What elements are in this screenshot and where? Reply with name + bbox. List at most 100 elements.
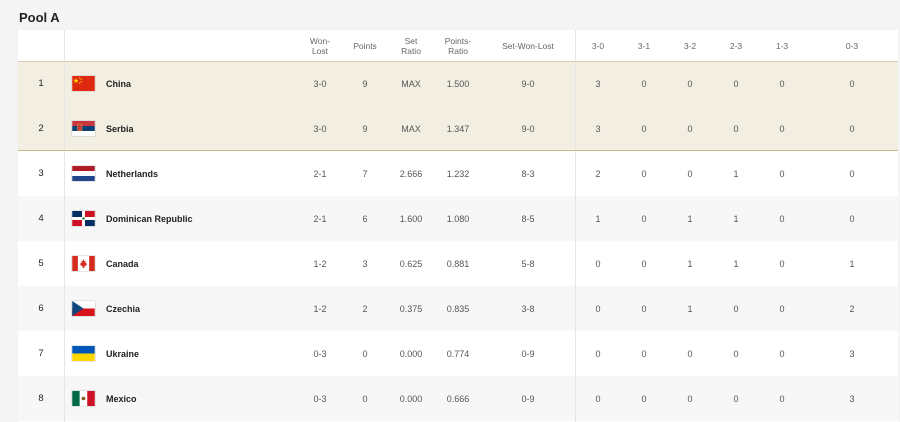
won-lost-cell: 3-0 bbox=[313, 123, 327, 134]
result-3-1-cell: 0 bbox=[641, 78, 647, 89]
points-ratio-cell: 1.232 bbox=[446, 168, 470, 179]
result-3-2-cell: 0 bbox=[687, 393, 693, 404]
result-2-3-cell: 1 bbox=[733, 258, 739, 269]
set-won-lost-cell: 9-0 bbox=[521, 78, 535, 89]
result-0-3-cell: 3 bbox=[849, 348, 855, 359]
result-3-2-cell: 1 bbox=[687, 258, 693, 269]
result-3-0-cell: 1 bbox=[595, 213, 601, 224]
table-row[interactable]: 1 China 3-0 9 MAX 1.500 9-0 3 0 0 0 0 0 bbox=[18, 61, 898, 106]
result-3-1-cell: 0 bbox=[641, 213, 647, 224]
netherlands-flag-icon bbox=[72, 166, 95, 181]
team-name[interactable]: Canada bbox=[106, 241, 286, 286]
result-1-3-cell: 0 bbox=[779, 303, 785, 314]
header-points-ratio[interactable]: Points- Ratio bbox=[436, 30, 480, 61]
result-3-1-cell: 0 bbox=[641, 303, 647, 314]
mexico-flag-icon bbox=[72, 391, 95, 406]
table-row[interactable]: 8 Mexico 0-3 0 0.000 0.666 0-9 0 0 0 0 0… bbox=[18, 376, 898, 421]
header-0-3[interactable]: 0-3 bbox=[832, 30, 872, 61]
set-ratio-cell: MAX bbox=[401, 123, 421, 134]
result-0-3-cell: 0 bbox=[849, 78, 855, 89]
points-ratio-cell: 0.881 bbox=[446, 258, 470, 269]
set-won-lost-cell: 0-9 bbox=[521, 348, 535, 359]
points-cell: 7 bbox=[362, 168, 368, 179]
points-ratio-cell: 0.774 bbox=[446, 348, 470, 359]
header-3-1[interactable]: 3-1 bbox=[624, 30, 664, 61]
header-set-won-lost[interactable]: Set-Won-Lost bbox=[488, 30, 568, 61]
set-ratio-cell: 0.000 bbox=[399, 348, 423, 359]
points-cell: 0 bbox=[362, 348, 368, 359]
result-3-2-cell: 1 bbox=[687, 303, 693, 314]
points-ratio-cell: 1.080 bbox=[446, 213, 470, 224]
result-2-3-cell: 0 bbox=[733, 78, 739, 89]
header-3-0[interactable]: 3-0 bbox=[578, 30, 618, 61]
team-name[interactable]: Netherlands bbox=[106, 151, 286, 196]
won-lost-cell: 0-3 bbox=[313, 348, 327, 359]
result-2-3-cell: 1 bbox=[733, 168, 739, 179]
result-3-1-cell: 0 bbox=[641, 123, 647, 134]
points-ratio-cell: 1.347 bbox=[446, 123, 470, 134]
team-name[interactable]: Czechia bbox=[106, 286, 286, 331]
rank-cell: 7 bbox=[38, 348, 44, 359]
header-points[interactable]: Points bbox=[346, 30, 384, 61]
result-0-3-cell: 2 bbox=[849, 303, 855, 314]
points-cell: 3 bbox=[362, 258, 368, 269]
points-ratio-cell: 0.835 bbox=[446, 303, 470, 314]
result-0-3-cell: 3 bbox=[849, 393, 855, 404]
set-won-lost-cell: 5-8 bbox=[521, 258, 535, 269]
header-set-ratio[interactable]: Set Ratio bbox=[393, 30, 429, 61]
set-ratio-cell: MAX bbox=[401, 78, 421, 89]
won-lost-cell: 3-0 bbox=[313, 78, 327, 89]
points-cell: 0 bbox=[362, 393, 368, 404]
table-row[interactable]: 4 Dominican Republic 2-1 6 1.600 1.080 8… bbox=[18, 196, 898, 241]
result-2-3-cell: 0 bbox=[733, 393, 739, 404]
rank-cell: 4 bbox=[38, 213, 44, 224]
result-3-1-cell: 0 bbox=[641, 168, 647, 179]
table-row[interactable]: 5 Canada 1-2 3 0.625 0.881 5-8 0 0 1 1 0… bbox=[18, 241, 898, 286]
result-3-2-cell: 0 bbox=[687, 78, 693, 89]
team-name[interactable]: Ukraine bbox=[106, 331, 286, 376]
header-3-2[interactable]: 3-2 bbox=[670, 30, 710, 61]
china-flag-icon bbox=[72, 76, 95, 91]
team-name[interactable]: China bbox=[106, 61, 286, 106]
qualification-line bbox=[18, 150, 898, 151]
result-3-0-cell: 0 bbox=[595, 393, 601, 404]
result-1-3-cell: 0 bbox=[779, 348, 785, 359]
table-row[interactable]: 3 Netherlands 2-1 7 2.666 1.232 8-3 2 0 … bbox=[18, 151, 898, 196]
result-3-0-cell: 0 bbox=[595, 348, 601, 359]
set-ratio-cell: 0.375 bbox=[399, 303, 423, 314]
pool-title: Pool A bbox=[19, 10, 60, 25]
team-name[interactable]: Serbia bbox=[106, 106, 286, 151]
header-won-lost[interactable]: Won- Lost bbox=[302, 30, 338, 61]
header-1-3[interactable]: 1-3 bbox=[762, 30, 802, 61]
set-ratio-cell: 2.666 bbox=[399, 168, 423, 179]
rank-cell: 5 bbox=[38, 258, 44, 269]
dominican-republic-flag-icon bbox=[72, 211, 95, 226]
result-3-1-cell: 0 bbox=[641, 348, 647, 359]
team-name[interactable]: Mexico bbox=[106, 376, 286, 421]
result-3-0-cell: 2 bbox=[595, 168, 601, 179]
serbia-flag-icon bbox=[72, 121, 95, 136]
table-row[interactable]: 7 Ukraine 0-3 0 0.000 0.774 0-9 0 0 0 0 … bbox=[18, 331, 898, 376]
set-won-lost-cell: 8-5 bbox=[521, 213, 535, 224]
table-row[interactable]: 2 Serbia 3-0 9 MAX 1.347 9-0 3 0 0 0 0 0 bbox=[18, 106, 898, 151]
header-2-3[interactable]: 2-3 bbox=[716, 30, 756, 61]
table-row[interactable]: 6 Czechia 1-2 2 0.375 0.835 3-8 0 0 1 0 … bbox=[18, 286, 898, 331]
result-1-3-cell: 0 bbox=[779, 123, 785, 134]
result-3-2-cell: 0 bbox=[687, 168, 693, 179]
canada-flag-icon bbox=[72, 256, 95, 271]
result-0-3-cell: 0 bbox=[849, 213, 855, 224]
result-0-3-cell: 0 bbox=[849, 168, 855, 179]
won-lost-cell: 1-2 bbox=[313, 303, 327, 314]
result-2-3-cell: 0 bbox=[733, 348, 739, 359]
points-cell: 9 bbox=[362, 123, 368, 134]
set-won-lost-cell: 9-0 bbox=[521, 123, 535, 134]
points-cell: 6 bbox=[362, 213, 368, 224]
column-divider bbox=[64, 30, 65, 422]
czechia-flag-icon bbox=[72, 301, 95, 316]
set-won-lost-cell: 0-9 bbox=[521, 393, 535, 404]
points-ratio-cell: 0.666 bbox=[446, 393, 470, 404]
team-name[interactable]: Dominican Republic bbox=[106, 196, 286, 241]
points-cell: 2 bbox=[362, 303, 368, 314]
result-0-3-cell: 0 bbox=[849, 123, 855, 134]
set-ratio-cell: 1.600 bbox=[399, 213, 423, 224]
